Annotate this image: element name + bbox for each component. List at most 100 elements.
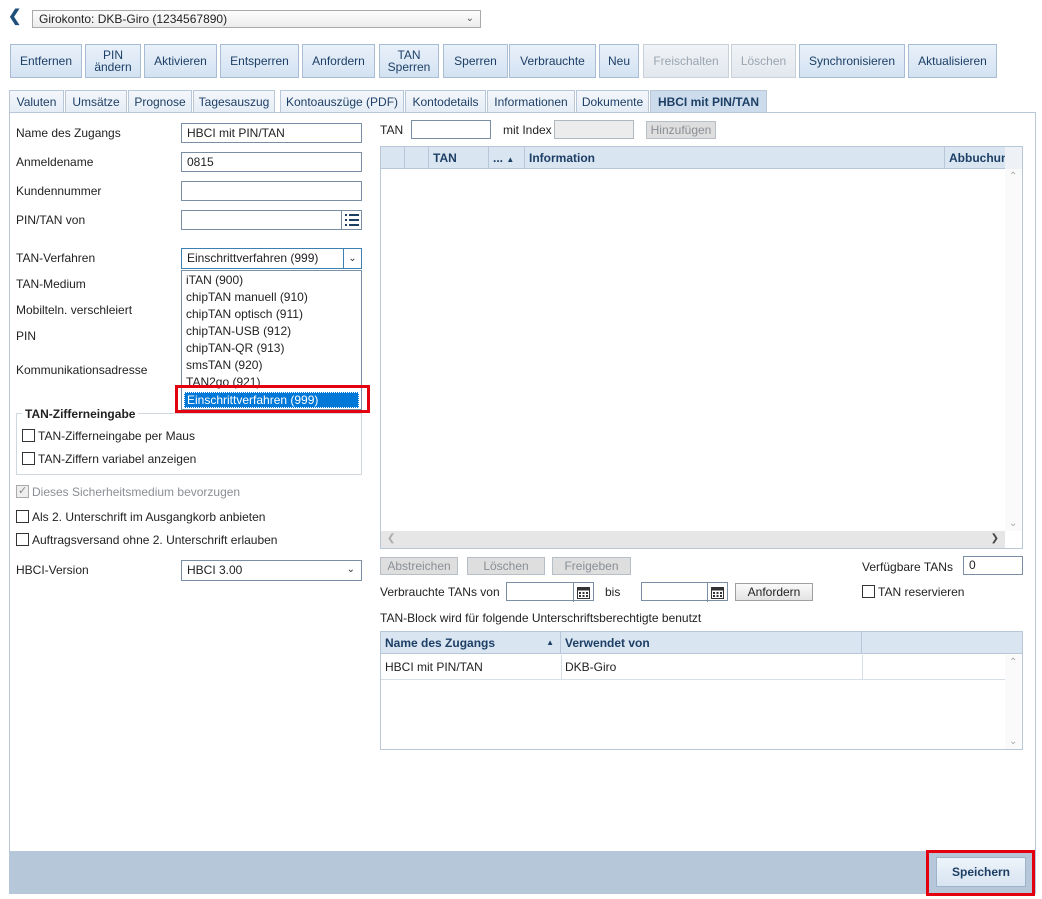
grid-rownum-col [381, 147, 405, 169]
login-label: Anmeldename [16, 155, 94, 169]
toolbar-button-5[interactable]: TAN Sperren [379, 44, 439, 78]
user-grid-header: Name des Zugangs ▲ Verwendet von [381, 632, 1022, 654]
user-grid-scrollbar[interactable]: ⌃ ⌄ [1005, 655, 1022, 749]
row-access-name: HBCI mit PIN/TAN [385, 660, 483, 674]
tab-7[interactable]: Dokumente [576, 90, 649, 113]
chevron-down-icon: ⌄ [346, 564, 355, 575]
grid-check-col [405, 147, 429, 169]
col-dots-text: ... [493, 151, 504, 165]
footer-bar [9, 851, 1036, 894]
tan-option[interactable]: smsTAN (920) [186, 358, 262, 372]
row-used-by: DKB-Giro [565, 660, 617, 674]
date-from-field[interactable] [506, 582, 594, 602]
tan-method-combo[interactable]: Einschrittverfahren (999) ⌄ [181, 248, 362, 269]
tab-2[interactable]: Prognose [128, 90, 192, 113]
pintan-label: PIN/TAN von [16, 213, 86, 227]
col-information[interactable]: Information [525, 147, 945, 169]
tab-4[interactable]: Kontoauszüge (PDF) [280, 90, 404, 113]
tan-option[interactable]: chipTAN-USB (912) [186, 324, 291, 338]
strike-button[interactable]: Abstreichen [380, 557, 458, 575]
tab-1[interactable]: Umsätze [65, 90, 127, 113]
sort-up-icon: ▲ [506, 155, 515, 164]
account-select[interactable]: Girokonto: DKB-Giro (1234567890) ⌄ [32, 10, 481, 28]
login-field[interactable]: 0815 [181, 152, 362, 172]
toolbar-button-1[interactable]: PIN ändern [85, 44, 141, 78]
highlight-box [926, 850, 1035, 896]
tab-6[interactable]: Informationen [487, 90, 575, 113]
no-second-sig-checkbox[interactable] [16, 533, 29, 546]
toolbar-button-6[interactable]: Sperren [443, 44, 508, 78]
release-button[interactable]: Freigeben [552, 557, 631, 575]
second-sig-checkbox[interactable] [16, 510, 29, 523]
second-sig-label: Als 2. Unterschrift im Ausgangkorb anbie… [32, 510, 266, 524]
toolbar-button-7[interactable]: Verbrauchte [509, 44, 596, 78]
toolbar-button-2[interactable]: Aktivieren [144, 44, 217, 78]
toolbar-button-3[interactable]: Entsperren [220, 44, 299, 78]
toolbar-button-8[interactable]: Neu [599, 44, 639, 78]
name-label: Name des Zugangs [16, 126, 121, 140]
calendar-icon[interactable] [573, 583, 593, 602]
tab-0[interactable]: Valuten [9, 90, 64, 113]
col-dots[interactable]: ... ▲ [489, 147, 525, 169]
name-field[interactable]: HBCI mit PIN/TAN [181, 123, 362, 143]
scroll-left-icon[interactable]: ❮ [387, 533, 395, 544]
mouse-checkbox[interactable] [22, 429, 35, 442]
chevron-down-icon: ⌄ [465, 13, 474, 24]
tan-option[interactable]: chipTAN-QR (913) [186, 341, 284, 355]
request-button[interactable]: Anfordern [735, 583, 813, 601]
customer-field[interactable] [181, 181, 362, 201]
pin-label: PIN [16, 329, 37, 343]
grid-corner [1005, 147, 1022, 169]
toolbar-button-0[interactable]: Entfernen [10, 44, 82, 78]
scroll-down-icon[interactable]: ⌄ [1009, 736, 1017, 747]
mobile-label: Mobilteln. verschleiert [16, 303, 133, 317]
tan-grid-header: TAN ... ▲ Information Abbuchun [381, 147, 1005, 169]
cell-divider [561, 655, 562, 680]
cell-divider [862, 655, 863, 680]
list-icon[interactable] [341, 210, 362, 230]
variable-checkbox[interactable] [22, 452, 35, 465]
scroll-up-icon[interactable]: ⌃ [1009, 657, 1017, 668]
toolbar-button-9[interactable]: Freischalten [643, 44, 729, 78]
vertical-scrollbar[interactable]: ⌃ ⌄ [1005, 169, 1022, 531]
calendar-icon[interactable] [707, 583, 727, 602]
table-row[interactable]: HBCI mit PIN/TAN DKB-Giro [381, 655, 1005, 680]
scroll-right-icon[interactable]: ❯ [991, 533, 999, 544]
tan-option[interactable]: iTAN (900) [186, 273, 243, 287]
col-abbuchung[interactable]: Abbuchun [945, 147, 1005, 169]
scroll-up-icon[interactable]: ⌃ [1009, 171, 1017, 182]
tan-input[interactable] [411, 120, 491, 139]
mouse-checkbox-label: TAN-Zifferneingabe per Maus [38, 429, 195, 443]
chevron-down-icon[interactable]: ⌄ [343, 249, 361, 268]
delete-tan-button[interactable]: Löschen [467, 557, 545, 575]
tan-grid: TAN ... ▲ Information Abbuchun ⌃ ⌄ ❮ ❯ [380, 146, 1023, 549]
available-field[interactable]: 0 [963, 556, 1023, 575]
block-text: TAN-Block wird für folgende Unterschrift… [380, 611, 702, 625]
account-select-value: Girokonto: DKB-Giro (1234567890) [39, 12, 228, 26]
back-arrow-icon[interactable]: ❮ [8, 9, 22, 25]
horizontal-scrollbar[interactable]: ❮ ❯ [381, 531, 1005, 548]
tan-option[interactable]: chipTAN optisch (911) [186, 307, 303, 321]
toolbar-button-10[interactable]: Löschen [731, 44, 796, 78]
tan-method-value: Einschrittverfahren (999) [187, 251, 319, 265]
hbci-version-select[interactable]: HBCI 3.00 ⌄ [181, 560, 362, 581]
toolbar-button-11[interactable]: Synchronisieren [799, 44, 905, 78]
tab-3[interactable]: Tagesauszug [193, 90, 275, 113]
scroll-down-icon[interactable]: ⌄ [1009, 518, 1017, 529]
group-title: TAN-Zifferneingabe [22, 407, 139, 421]
col-tan[interactable]: TAN [429, 147, 489, 169]
toolbar-button-12[interactable]: Aktualisieren [908, 44, 997, 78]
tan-method-label: TAN-Verfahren [16, 251, 96, 265]
col-used-by[interactable]: Verwendet von [561, 632, 862, 654]
date-to-field[interactable] [641, 582, 728, 602]
col-access-name[interactable]: Name des Zugangs ▲ [381, 632, 561, 654]
tan-label: TAN [380, 123, 404, 137]
add-button[interactable]: Hinzufügen [646, 121, 716, 139]
toolbar-button-4[interactable]: Anfordern [302, 44, 375, 78]
reserve-checkbox[interactable] [862, 585, 875, 598]
pintan-field[interactable] [181, 210, 362, 230]
tab-8[interactable]: HBCI mit PIN/TAN [650, 90, 767, 113]
index-input [554, 120, 634, 139]
tan-option[interactable]: chipTAN manuell (910) [186, 290, 308, 304]
tab-5[interactable]: Kontodetails [405, 90, 486, 113]
